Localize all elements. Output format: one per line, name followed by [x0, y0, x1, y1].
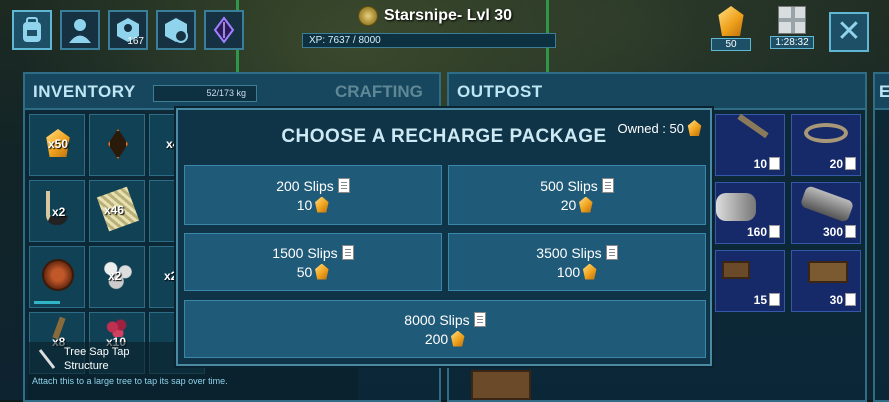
inventory-slot[interactable]: x2	[89, 246, 145, 308]
inventory-slot[interactable]: x50	[29, 114, 85, 176]
amber-icon	[450, 330, 465, 347]
xp-bar: XP: 7637 / 8000	[302, 33, 556, 48]
slip-price: 30	[830, 293, 856, 307]
slip-icon	[337, 178, 350, 193]
sap-tap-icon	[38, 349, 56, 369]
gift-timer[interactable]: 1:28:32	[770, 6, 814, 49]
tab-crafting[interactable]: CRAFTING	[335, 82, 423, 102]
package-8000-button[interactable]: 8000 Slips 200	[184, 300, 706, 358]
gift-timer-text: 1:28:32	[770, 36, 814, 49]
owned-text: Owned : 50	[617, 120, 685, 136]
slip-icon	[601, 178, 614, 193]
package-cost: 20	[560, 196, 577, 213]
crossbow-icon	[737, 113, 769, 139]
durability-bar	[34, 301, 60, 304]
inventory-button[interactable]	[12, 10, 52, 50]
egg-icon	[42, 259, 74, 291]
slip-price: 10	[754, 157, 780, 171]
outpost-item[interactable]: 20	[791, 114, 861, 176]
amber-icon	[582, 263, 597, 280]
gems-counter[interactable]: 50	[711, 6, 751, 52]
package-1500-button[interactable]: 1500 Slips 50	[184, 233, 442, 291]
element-crystal-icon	[213, 16, 235, 44]
package-3500-button[interactable]: 3500 Slips 100	[448, 233, 706, 291]
settings-button[interactable]	[156, 10, 196, 50]
outpost-grid: 10 20 160 300 15 30	[715, 113, 861, 312]
slip-icon	[473, 312, 486, 327]
inventory-slot[interactable]	[89, 114, 145, 176]
tooltip-name: Tree Sap Tap	[64, 346, 130, 358]
outpost-item[interactable]: 300	[791, 182, 861, 244]
element-icon	[108, 129, 128, 159]
top-toolbar: 167	[12, 10, 244, 50]
package-200-button[interactable]: 200 Slips 10	[184, 165, 442, 225]
inventory-slot[interactable]	[29, 246, 85, 308]
scope-icon	[716, 193, 756, 221]
slip-price: 15	[754, 293, 780, 307]
gems-count: 50	[711, 38, 751, 51]
player-title: Starsnipe- Lvl 30	[358, 6, 512, 26]
outpost-item[interactable]: 160	[715, 182, 785, 244]
package-slips: 1500 Slips	[272, 244, 338, 261]
amber-icon	[315, 196, 329, 213]
outpost-item[interactable]: 30	[791, 250, 861, 312]
level-badge-icon	[358, 6, 378, 26]
edge-panel-title: E	[875, 74, 889, 110]
close-icon: ✕	[836, 15, 862, 48]
recharge-modal: CHOOSE A RECHARGE PACKAGE Owned : 50 200…	[176, 108, 712, 366]
berries-icon	[104, 317, 132, 337]
crate-icon	[808, 261, 848, 283]
tooltip-description: Attach this to a large tree to tap its s…	[32, 376, 228, 386]
tooltip-type: Structure	[64, 360, 109, 372]
outpost-title: OUTPOST	[449, 74, 865, 110]
launcher-icon	[799, 185, 855, 223]
package-500-button[interactable]: 500 Slips 20	[448, 165, 706, 225]
gear-icon	[165, 18, 188, 43]
close-button[interactable]: ✕	[829, 12, 869, 52]
package-slips: 8000 Slips	[404, 311, 470, 328]
package-slips: 200 Slips	[276, 177, 334, 194]
edge-panel: E	[873, 72, 889, 402]
package-slips: 3500 Slips	[536, 244, 602, 261]
inventory-slot[interactable]: x2	[29, 180, 85, 242]
gift-icon	[778, 6, 806, 34]
inventory-slot[interactable]: x46	[89, 180, 145, 242]
weight-indicator: 52/173 kg	[153, 85, 257, 102]
owned-amber: Owned : 50	[618, 120, 703, 136]
slip-price: 20	[830, 157, 856, 171]
slot-quantity: x50	[48, 137, 69, 151]
backpack-icon	[23, 17, 41, 42]
slot-quantity: x2	[108, 269, 122, 283]
amber-icon	[579, 196, 593, 213]
package-cost: 100	[556, 263, 581, 280]
crate-icon	[471, 370, 531, 400]
slot-quantity: x46	[104, 203, 125, 217]
outpost-item[interactable]: 10	[715, 113, 785, 176]
slip-price: 160	[747, 225, 780, 239]
package-cost: 50	[296, 263, 313, 280]
character-button[interactable]	[60, 10, 100, 50]
package-cost: 200	[424, 330, 449, 347]
amber-icon	[315, 263, 329, 280]
outpost-item[interactable]: 15	[715, 250, 785, 312]
slot-quantity: x2	[52, 205, 66, 219]
tribe-button[interactable]: 167	[108, 10, 148, 50]
rope-icon	[804, 123, 848, 143]
tribe-count: 167	[127, 36, 144, 47]
package-slips: 500 Slips	[540, 177, 598, 194]
xp-text: XP: 7637 / 8000	[309, 35, 381, 46]
slip-icon	[341, 245, 354, 260]
package-cost: 10	[296, 196, 313, 213]
player-name: Starsnipe- Lvl 30	[384, 7, 513, 24]
amber-icon	[687, 120, 702, 136]
amber-icon	[718, 6, 744, 36]
person-icon	[69, 19, 91, 43]
element-button[interactable]	[204, 10, 244, 50]
slip-icon	[605, 245, 618, 260]
slip-price: 300	[823, 225, 856, 239]
crate-icon	[722, 261, 750, 279]
